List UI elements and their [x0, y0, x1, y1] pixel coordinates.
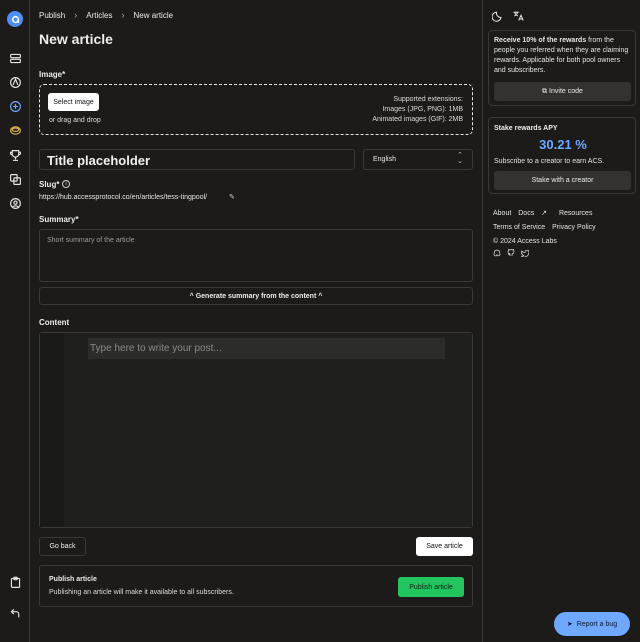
- main-content: Publish › Articles › New article New art…: [30, 0, 482, 642]
- privacy-link[interactable]: Privacy Policy: [552, 224, 596, 231]
- footer-links: About Docs ↗ Resources Terms of Service …: [493, 207, 601, 249]
- breadcrumb-publish[interactable]: Publish: [39, 11, 65, 20]
- slug-label: Slug*: [39, 180, 60, 189]
- profile-icon[interactable]: [7, 195, 23, 211]
- publish-heading: Publish article: [49, 576, 97, 583]
- external-link-icon: ↗: [541, 210, 548, 217]
- supported-extensions: Supported extensions: Images (JPG, PNG):…: [372, 95, 463, 125]
- editor-gutter: [40, 333, 64, 527]
- coins-icon[interactable]: [7, 122, 23, 138]
- send-icon: ➤: [566, 621, 573, 628]
- report-bug-button[interactable]: ➤ Report a bug: [554, 612, 630, 636]
- edit-pencil-icon[interactable]: ✎: [229, 193, 235, 201]
- image-dropzone[interactable]: Select image or drag and drop Supported …: [39, 84, 473, 135]
- stake-subtitle: Subscribe to a creator to earn ACS.: [494, 158, 605, 165]
- back-arrow-icon[interactable]: [7, 604, 23, 620]
- slug-url: https://hub.accessprotocol.co/en/article…: [39, 194, 208, 201]
- trophy-icon[interactable]: [7, 147, 23, 163]
- breadcrumb-articles[interactable]: Articles: [86, 11, 112, 20]
- copyright: © 2024 Access Labs: [493, 238, 557, 245]
- breadcrumb-current: New article: [133, 10, 174, 20]
- referral-bold: Receive 10% of the rewards: [494, 37, 587, 44]
- publish-description: Publishing an article will make it avail…: [49, 589, 234, 596]
- right-sidebar: Receive 10% of the rewards from the peop…: [482, 0, 640, 642]
- social-links: [493, 249, 529, 257]
- summary-placeholder: Short summary of the article: [47, 237, 135, 244]
- twitter-icon[interactable]: [521, 249, 529, 257]
- stake-heading: Stake rewards APY: [494, 125, 558, 132]
- clipboard-icon[interactable]: [7, 574, 23, 590]
- content-label: Content: [39, 318, 70, 327]
- referral-text: Receive 10% of the rewards from the peop…: [494, 36, 632, 76]
- summary-label: Summary*: [39, 215, 79, 224]
- generate-summary-button[interactable]: ^ Generate summary from the content ^: [39, 287, 473, 305]
- publish-panel: Publish article Publishing an article wi…: [39, 565, 473, 607]
- discord-icon[interactable]: [493, 249, 501, 257]
- page-title: New article: [39, 31, 113, 47]
- extensions-gif: Animated images (GIF): 2MB: [372, 116, 463, 123]
- language-select[interactable]: English ⌃ ⌄: [363, 149, 473, 170]
- title-input-value: Title placeholder: [47, 153, 151, 168]
- docs-link[interactable]: Docs ↗: [518, 210, 552, 217]
- chevron-right-icon: ›: [74, 10, 78, 20]
- content-editor[interactable]: Type here to write your post...: [39, 332, 473, 528]
- language-value: English: [373, 156, 396, 163]
- resources-link[interactable]: Resources: [559, 210, 592, 217]
- go-back-button[interactable]: Go back: [39, 537, 86, 556]
- logo-icon[interactable]: [7, 11, 23, 27]
- referral-card: Receive 10% of the rewards from the peop…: [488, 30, 636, 106]
- invite-code-button[interactable]: ⧉ Invite code: [494, 82, 631, 101]
- breadcrumb: Publish › Articles › New article: [39, 10, 173, 20]
- drag-drop-text: or drag and drop: [49, 117, 101, 124]
- image-label: Image*: [39, 70, 66, 79]
- content-placeholder[interactable]: Type here to write your post...: [88, 338, 445, 359]
- about-link[interactable]: About: [493, 210, 511, 217]
- apy-value: 30.21 %: [539, 137, 587, 152]
- moon-icon[interactable]: [491, 10, 504, 22]
- chevron-right-icon: ›: [121, 10, 125, 20]
- title-input[interactable]: Title placeholder: [39, 149, 355, 170]
- server-icon[interactable]: [7, 50, 23, 66]
- copy-icon: ⧉: [542, 87, 550, 95]
- invite-code-label: Invite code: [549, 88, 583, 95]
- summary-textarea[interactable]: Short summary of the article: [39, 229, 473, 282]
- add-circle-icon[interactable]: [7, 98, 23, 114]
- publish-article-button[interactable]: Publish article: [398, 577, 464, 597]
- select-image-button[interactable]: Select image: [48, 93, 99, 111]
- icon-rail: [0, 0, 30, 642]
- docs-label: Docs: [518, 210, 535, 217]
- editor-body[interactable]: [64, 333, 472, 527]
- github-icon[interactable]: [507, 249, 515, 257]
- terms-link[interactable]: Terms of Service: [493, 224, 545, 231]
- report-bug-label: Report a bug: [576, 620, 618, 628]
- stake-button[interactable]: Stake with a creator: [494, 171, 631, 190]
- extensions-heading: Supported extensions:: [393, 96, 463, 103]
- save-article-button[interactable]: Save article: [416, 537, 473, 556]
- swap-icon[interactable]: [7, 171, 23, 187]
- stake-card: Stake rewards APY 30.21 % Subscribe to a…: [488, 117, 636, 194]
- chevron-updown-icon: ⌃ ⌄: [457, 152, 463, 165]
- extensions-images: Images (JPG, PNG): 1MB: [382, 106, 463, 113]
- access-icon[interactable]: [7, 74, 23, 90]
- translate-icon[interactable]: [512, 10, 524, 22]
- info-icon[interactable]: i: [62, 180, 70, 188]
